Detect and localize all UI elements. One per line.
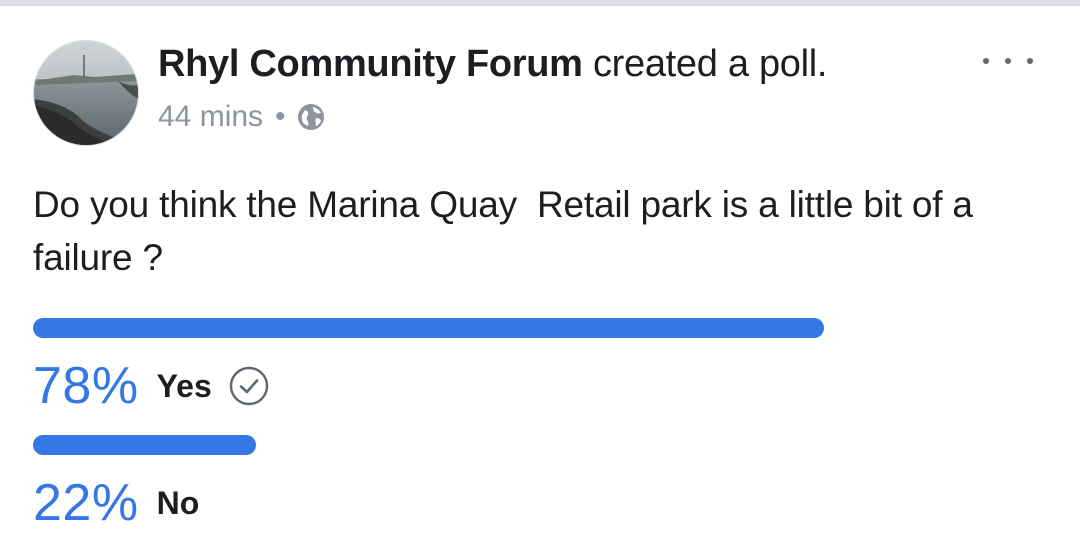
- check-circle-icon: [228, 365, 270, 407]
- avatar[interactable]: [33, 40, 139, 146]
- post-title-line: Rhyl Community Forum created a poll.: [158, 40, 827, 88]
- avatar-image: [34, 41, 138, 145]
- poll-result-row: 78% Yes: [33, 356, 270, 416]
- author-name-link[interactable]: Rhyl Community Forum: [158, 43, 583, 85]
- more-options-button[interactable]: [983, 46, 1033, 76]
- poll-percent: 78%: [33, 357, 139, 415]
- meta-separator: •: [275, 100, 286, 133]
- more-icon-dot: [983, 58, 989, 64]
- more-icon-dot: [1027, 58, 1033, 64]
- poll-option-no[interactable]: 22% No: [33, 435, 833, 532]
- poll-result-row: 22% No: [33, 473, 199, 533]
- poll-bar-track: [33, 435, 825, 455]
- poll-option-label: Yes: [156, 368, 212, 404]
- poll-percent: 22%: [33, 474, 139, 532]
- poll-bar-fill: [33, 318, 824, 338]
- poll-bar-track: [33, 318, 825, 338]
- post-action-text: created a poll.: [582, 43, 828, 85]
- poll-option-yes[interactable]: 78% Yes: [33, 318, 833, 415]
- poll-question: Do you think the Marina Quay Retail park…: [33, 184, 983, 278]
- post-timestamp[interactable]: 44 mins: [158, 95, 263, 139]
- poll-option-label: No: [156, 485, 200, 521]
- more-icon-dot: [1005, 58, 1011, 64]
- poll-bar-fill: [33, 435, 256, 455]
- globe-icon[interactable]: [296, 102, 326, 132]
- post-header: Rhyl Community Forum created a poll. 44 …: [0, 0, 1080, 160]
- post-meta: 44 mins •: [158, 95, 326, 139]
